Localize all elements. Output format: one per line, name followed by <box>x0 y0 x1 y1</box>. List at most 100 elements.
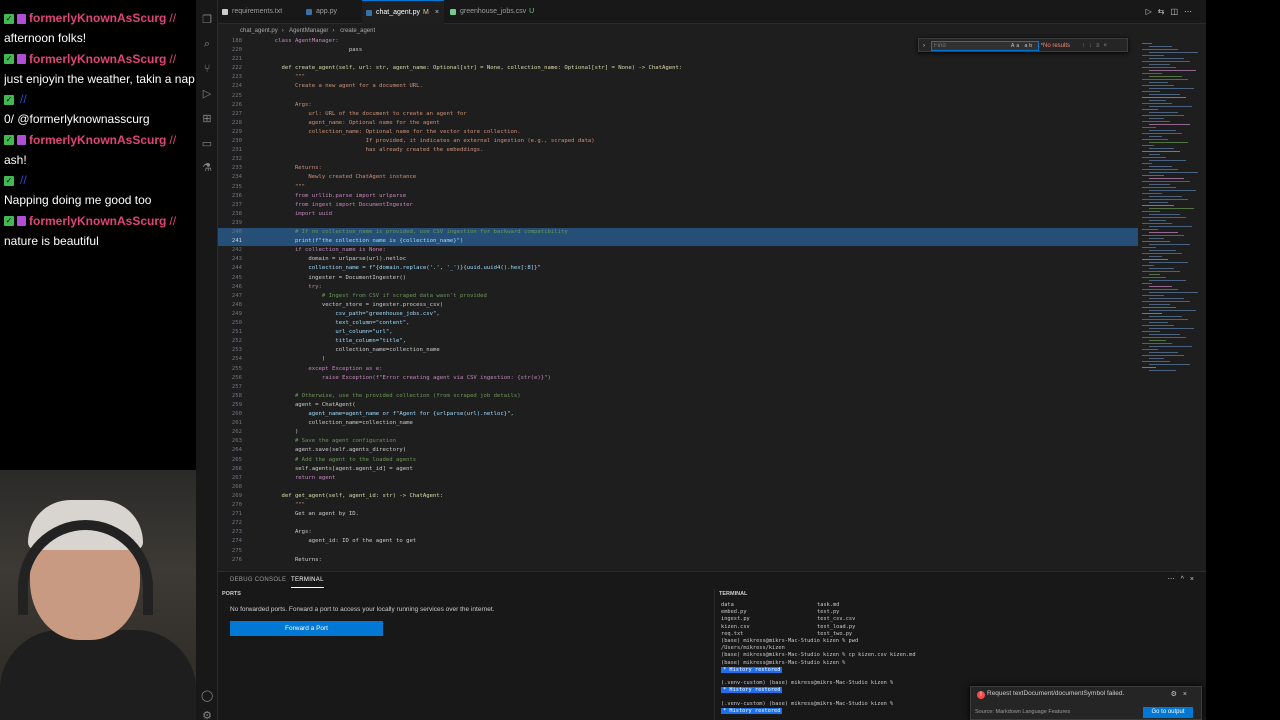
extensions-icon[interactable]: ⊞ <box>201 113 213 125</box>
code-line[interactable]: 249 csv_path="greenhouse_jobs.csv", <box>218 310 1138 319</box>
find-options[interactable]: Aa ab .* <box>1011 39 1045 53</box>
code-line[interactable]: 248 vector_store = ingester.process_csv( <box>218 301 1138 310</box>
code-line[interactable]: 254 ) <box>218 355 1138 364</box>
go-to-output-button[interactable]: Go to output <box>1143 707 1193 718</box>
code-line[interactable]: 250 text_column="content", <box>218 319 1138 328</box>
testing-icon[interactable]: ⚗ <box>201 162 213 174</box>
code-line[interactable]: 238 import uuid <box>218 210 1138 219</box>
gear-icon[interactable]: ⚙ <box>1171 691 1183 698</box>
code-line[interactable]: 269 def get_agent(self, agent_id: str) -… <box>218 492 1138 501</box>
terminal-header[interactable]: TERMINAL <box>715 589 1206 599</box>
run-icon[interactable]: ▷ <box>1146 7 1158 16</box>
chat-username[interactable]: formerlyKnownAsScurg <box>29 133 166 147</box>
ports-header[interactable]: PORTS <box>218 589 712 599</box>
code-line[interactable]: 235 """ <box>218 183 1138 192</box>
chat-username[interactable]: formerlyKnownAsScurg <box>29 11 166 25</box>
code-line[interactable]: 252 title_column="title", <box>218 337 1138 346</box>
code-line[interactable]: 276 Returns: <box>218 556 1138 565</box>
code-line[interactable]: 263 # Save the agent configuration <box>218 437 1138 446</box>
code-line[interactable]: 267 return agent <box>218 474 1138 483</box>
code-line[interactable]: 260 agent_name=agent_name or f"Agent for… <box>218 410 1138 419</box>
code-line[interactable]: 243 domain = urlparse(url).netloc <box>218 255 1138 264</box>
code-line[interactable]: 253 collection_name=collection_name <box>218 346 1138 355</box>
search-icon[interactable]: ⌕ <box>201 38 213 50</box>
split-editor-icon[interactable]: ◫ <box>1170 7 1184 16</box>
menu-icon[interactable]: ≡ <box>1096 43 1104 49</box>
code-line[interactable]: 236 from urllib.parse import urlparse <box>218 192 1138 201</box>
minimap[interactable] <box>1138 37 1200 570</box>
tab-requirements[interactable]: requirements.txt <box>218 0 296 24</box>
code-line[interactable]: 265 # Add the agent to the loaded agents <box>218 456 1138 465</box>
chevron-right-icon[interactable]: › <box>923 39 925 53</box>
code-line[interactable]: 268 <box>218 483 1138 492</box>
tab-app-py[interactable]: app.py <box>302 0 360 24</box>
code-line[interactable]: 247 # Ingest from CSV if scraped data wa… <box>218 292 1138 301</box>
code-line[interactable]: 237 from ingest import DocumentIngester <box>218 201 1138 210</box>
code-line[interactable]: 251 url_column="url", <box>218 328 1138 337</box>
code-line[interactable]: 239 <box>218 219 1138 228</box>
code-line[interactable]: 233 Returns: <box>218 164 1138 173</box>
close-icon[interactable]: × <box>1183 691 1193 698</box>
compare-icon[interactable]: ⇆ <box>1158 7 1171 16</box>
tab-chat-agent-py[interactable]: chat_agent.py M × <box>362 0 444 24</box>
remote-explorer-icon[interactable]: ▭ <box>201 138 213 150</box>
breadcrumb-class[interactable]: AgentManager <box>289 28 328 34</box>
more-icon[interactable]: ⋯ <box>1168 576 1181 583</box>
code-line[interactable]: 228 agent_name: Optional name for the ag… <box>218 119 1138 128</box>
tab-terminal[interactable]: TERMINAL <box>291 572 324 588</box>
code-line[interactable]: 258 # Otherwise, use the provided collec… <box>218 392 1138 401</box>
code-line[interactable]: 226 Args: <box>218 101 1138 110</box>
code-line[interactable]: 222 def create_agent(self, url: str, age… <box>218 64 1138 73</box>
code-line[interactable]: 230 If provided, it indicates an externa… <box>218 137 1138 146</box>
explorer-icon[interactable]: ❐ <box>201 14 213 26</box>
settings-gear-icon[interactable]: ⚙ <box>201 710 213 720</box>
run-debug-icon[interactable]: ▷ <box>201 88 213 100</box>
code-line[interactable]: 256 raise Exception(f"Error creating age… <box>218 374 1138 383</box>
code-line[interactable]: 245 ingester = DocumentIngester() <box>218 274 1138 283</box>
code-line[interactable]: 273 Args: <box>218 528 1138 537</box>
chat-username[interactable]: formerlyKnownAsScurg <box>29 214 166 228</box>
code-line[interactable]: 255 except Exception as e: <box>218 365 1138 374</box>
account-icon[interactable]: ◯ <box>201 690 213 702</box>
code-line[interactable]: 229 collection_name: Optional name for t… <box>218 128 1138 137</box>
code-line[interactable]: 259 agent = ChatAgent( <box>218 401 1138 410</box>
code-line[interactable]: 232 <box>218 155 1138 164</box>
code-line[interactable]: 225 <box>218 92 1138 101</box>
code-line[interactable]: 244 collection_name = f"{domain.replace(… <box>218 264 1138 273</box>
code-line[interactable]: 221 <box>218 55 1138 64</box>
source-control-icon[interactable]: ⑂ <box>201 63 213 75</box>
code-line[interactable]: 234 Newly created ChatAgent instance <box>218 173 1138 182</box>
code-line[interactable]: 272 <box>218 519 1138 528</box>
code-line[interactable]: 262 ) <box>218 428 1138 437</box>
close-icon[interactable]: × <box>435 9 439 16</box>
code-line[interactable]: 266 self.agents[agent.agent_id] = agent <box>218 465 1138 474</box>
code-line[interactable]: 241 print(f"the collection name is {coll… <box>218 237 1138 247</box>
close-icon[interactable]: × <box>1190 576 1200 583</box>
code-line[interactable]: 240 # If no collection_name is provided,… <box>218 228 1138 237</box>
maximize-icon[interactable]: ^ <box>1181 576 1190 583</box>
arrow-down-icon[interactable]: ↓ <box>1089 43 1096 49</box>
code-line[interactable]: 261 collection_name=collection_name <box>218 419 1138 428</box>
arrow-up-icon[interactable]: ↑ <box>1082 43 1089 49</box>
breadcrumb-file[interactable]: chat_agent.py <box>240 28 278 34</box>
breadcrumb-method[interactable]: create_agent <box>340 28 375 34</box>
code-editor[interactable]: 188 class AgentManager: 220 pass 221 222 de… <box>218 37 1138 570</box>
chat-username[interactable]: formerlyKnownAsScurg <box>29 52 166 66</box>
more-icon[interactable]: ⋯ <box>1184 7 1198 16</box>
close-icon[interactable]: × <box>1104 43 1112 49</box>
code-line[interactable]: 270 """ <box>218 501 1138 510</box>
tab-greenhouse-jobs-csv[interactable]: greenhouse_jobs.csv U <box>446 0 544 24</box>
code-line[interactable]: 231 has already created the embeddings. <box>218 146 1138 155</box>
code-line[interactable]: 227 url: URL of the document to create a… <box>218 110 1138 119</box>
code-line[interactable]: 275 <box>218 547 1138 556</box>
forward-port-button[interactable]: Forward a Port <box>230 621 383 636</box>
code-line[interactable]: 246 try: <box>218 283 1138 292</box>
code-line[interactable]: 257 <box>218 383 1138 392</box>
code-line[interactable]: 242 if collection_name is None: <box>218 246 1138 255</box>
code-line[interactable]: 274 agent_id: ID of the agent to get <box>218 537 1138 546</box>
code-line[interactable]: 271 Get an agent by ID. <box>218 510 1138 519</box>
code-line[interactable]: 264 agent.save(self.agents_directory) <box>218 446 1138 455</box>
code-line[interactable]: 223 """ <box>218 73 1138 82</box>
code-line[interactable]: 224 Create a new agent for a document UR… <box>218 82 1138 91</box>
tab-debug-console[interactable]: DEBUG CONSOLE <box>230 572 286 588</box>
